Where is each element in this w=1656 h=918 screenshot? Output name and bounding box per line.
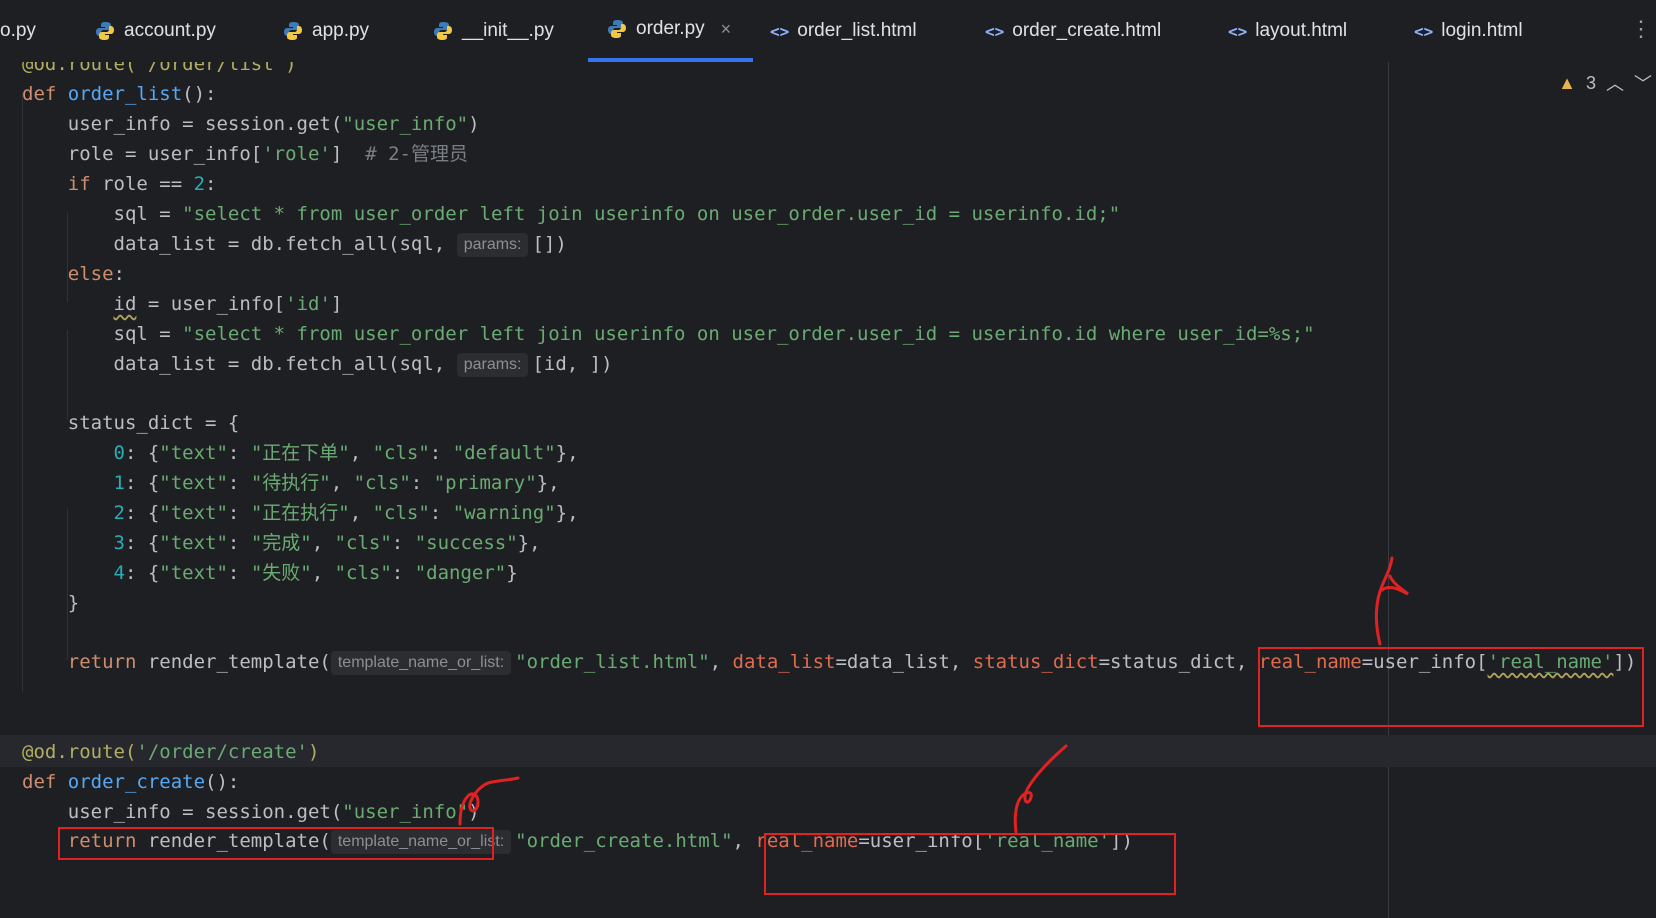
tab-order-list-html[interactable]: <> order_list.html [770, 0, 917, 62]
html-file-icon: <> [985, 21, 1005, 41]
python-file-icon [284, 22, 302, 40]
code-line-17: 3: {"text": "完成", "cls": "success"}, [22, 532, 541, 554]
annotation-arrow-mark [1013, 744, 1068, 834]
code-line-7: data_list = db.fetch_all(sql, params:[]) [22, 233, 567, 257]
chevron-up-icon[interactable]: ︿ [1606, 70, 1624, 96]
tab-label: __init__.py [462, 20, 554, 41]
tab-label: app.py [312, 20, 370, 41]
tab-account-py[interactable]: account.py [94, 0, 216, 62]
code-line-4: role = user_info['role'] # 2-管理员 [22, 143, 468, 165]
code-line-18: 4: {"text": "失败", "cls": "danger"} [22, 562, 518, 584]
right-margin-guide [1388, 62, 1389, 918]
code-line-26: user_info = session.get("user_info") [22, 801, 480, 823]
tab-label: login.html [1441, 20, 1523, 41]
annotation-box-real-name-create [764, 833, 1176, 895]
tab-init-py[interactable]: __init__.py [432, 0, 554, 62]
warning-count: 3 [1585, 72, 1596, 93]
code-line-14: 0: {"text": "正在下单", "cls": "default"}, [22, 442, 579, 464]
code-editor[interactable]: ▲ 3 ︿ ﹀ @od.route('/order/list') def ord… [0, 62, 1656, 918]
chevron-down-icon[interactable]: ﹀ [1634, 70, 1652, 96]
tab-o-py[interactable]: o.py [0, 0, 36, 62]
annotation-arrow-mark [458, 776, 520, 826]
tab-app-py[interactable]: app.py [282, 0, 369, 62]
html-file-icon: <> [1228, 21, 1248, 41]
tab-label: order.py [636, 18, 705, 39]
param-hint: params: [456, 233, 529, 257]
code-line-9: id = user_info['id'] [113, 293, 343, 315]
code-line-11: data_list = db.fetch_all(sql, params: [id… [22, 353, 613, 377]
code-line-2: def order_list(): [22, 83, 217, 105]
code-line-25: def order_create(): [22, 771, 240, 793]
code-line-6: sql = "select * from user_order left joi… [22, 203, 1121, 225]
code-line-24: @od.route('/order/create') [22, 741, 320, 763]
more-tabs-icon[interactable]: ⋮ [1630, 16, 1652, 42]
tab-label: o.py [0, 20, 36, 41]
tab-label: layout.html [1255, 20, 1348, 41]
html-file-icon: <> [1414, 21, 1434, 41]
editor-tab-bar: o.py account.py app.py __init__.py order… [0, 0, 1656, 63]
tab-label: order_list.html [797, 20, 917, 41]
code-line-10: sql = "select * from user_order left joi… [22, 323, 1315, 345]
close-icon[interactable]: × [721, 19, 732, 40]
param-hint: template_name_or_list: [330, 651, 512, 675]
tab-layout-html[interactable]: <> layout.html [1228, 0, 1347, 62]
warning-triangle-icon: ▲ [1558, 72, 1576, 93]
annotation-arrow-mark [1374, 556, 1409, 646]
code-line-3: user_info = session.get("user_info") [22, 113, 480, 135]
code-line-15: 1: {"text": "待执行", "cls": "primary"}, [22, 472, 560, 494]
annotation-box-user-info [58, 827, 494, 860]
code-line-8: else: [22, 263, 125, 285]
code-line-1: @od.route('/order/list') [22, 62, 297, 75]
html-file-icon: <> [770, 21, 790, 41]
tab-label: order_create.html [1012, 20, 1162, 41]
code-line-13: status_dict = { [22, 412, 240, 434]
param-hint: params: [456, 353, 529, 377]
tab-order-py[interactable]: order.py × [588, 0, 753, 62]
python-file-icon [434, 22, 452, 40]
inspection-widget[interactable]: ▲ 3 ︿ ﹀ [1558, 70, 1652, 96]
python-file-icon [96, 22, 114, 40]
code-line-19: } [22, 592, 80, 614]
annotation-box-real-name-list [1258, 647, 1644, 727]
code-line-5: if role == 2: [22, 173, 217, 195]
tab-order-create-html[interactable]: <> order_create.html [985, 0, 1161, 62]
code-line-16: 2: {"text": "正在执行", "cls": "warning"}, [22, 502, 579, 524]
python-file-icon [608, 20, 626, 38]
tab-label: account.py [124, 20, 216, 41]
tab-login-html[interactable]: <> login.html [1414, 0, 1523, 62]
